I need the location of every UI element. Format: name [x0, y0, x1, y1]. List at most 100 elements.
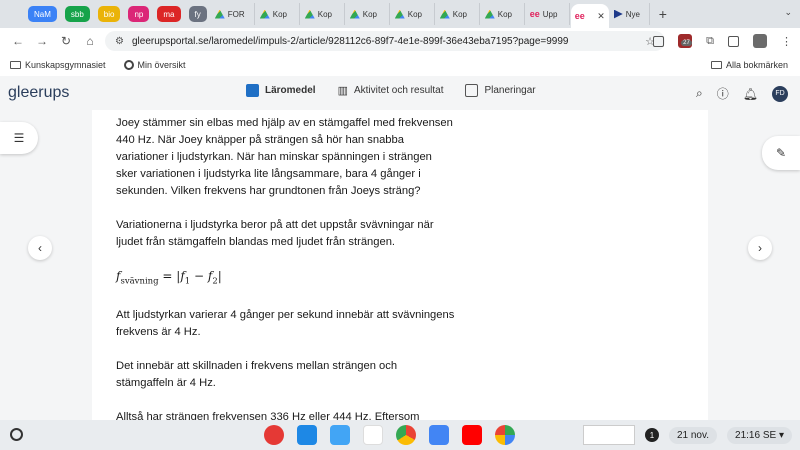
avatar[interactable]: FD	[772, 85, 788, 102]
ee-icon: ee	[574, 11, 585, 21]
puzzle-icon[interactable]: ⧉	[706, 35, 714, 48]
extension-icon[interactable]: 27	[678, 34, 693, 48]
tools-button[interactable]: ✎	[762, 136, 800, 170]
new-tab-button[interactable]: +	[659, 6, 667, 22]
wifi-icon: ▾	[778, 429, 784, 441]
play-store-icon[interactable]	[495, 425, 515, 445]
reload-button[interactable]: ↻	[54, 34, 78, 48]
tab-drive-5[interactable]: Kop	[391, 3, 435, 25]
youtube-icon[interactable]	[462, 425, 482, 445]
system-tray: 1 21 nov. 21:16 SE ▾	[582, 425, 792, 445]
paragraph: Variationerna i ljudstyrka beror på att …	[116, 219, 434, 248]
back-button[interactable]: ←	[6, 34, 30, 48]
screenshot-icon[interactable]	[653, 35, 665, 47]
drive-icon	[259, 9, 270, 19]
date[interactable]: 21 nov.	[668, 426, 718, 444]
ee-icon: ee	[529, 9, 540, 19]
tab-drive-1[interactable]: FOR	[211, 3, 255, 25]
notification-count[interactable]: 1	[644, 428, 659, 442]
bookmark-label: Kunskapsgymnasiet	[25, 60, 106, 70]
gmail-icon[interactable]	[363, 425, 383, 445]
tab-drive-2[interactable]: Kop	[256, 3, 300, 25]
docs-icon[interactable]	[429, 425, 449, 445]
screenshot-thumbnail[interactable]	[582, 425, 635, 445]
home-button[interactable]: ⌂	[78, 34, 102, 48]
pencil-icon: ✎	[775, 146, 787, 160]
profile-avatar[interactable]	[753, 34, 767, 48]
tab-nye[interactable]: Nye	[610, 3, 650, 25]
tab-label: Kop	[362, 9, 377, 19]
bookmark-kunskapsgymnasiet[interactable]: Kunskapsgymnasiet	[10, 60, 106, 70]
forward-button[interactable]: →	[30, 34, 54, 48]
next-page-button[interactable]: ›	[748, 236, 772, 260]
paragraph: Alltså har strängen frekvensen 336 Hz el…	[116, 411, 420, 420]
tab-fy[interactable]: fy	[188, 6, 207, 22]
site-info-icon[interactable]: ⚙	[115, 36, 124, 47]
drive-icon	[394, 9, 405, 19]
tab-drive-3[interactable]: Kop	[301, 3, 345, 25]
launcher-button[interactable]	[10, 428, 23, 441]
close-icon[interactable]: ✕	[597, 11, 605, 22]
bookmark-min-oversikt[interactable]: Min översikt	[123, 60, 186, 70]
browser-toolbar: ← → ↻ ⌂ ⚙ gleerupsportal.se/laromedel/im…	[0, 28, 800, 54]
nav-laromedel[interactable]: Läromedel	[246, 84, 316, 97]
tab-bio[interactable]: bio	[97, 6, 121, 22]
tab-np[interactable]: np	[128, 6, 150, 22]
paragraph: Joey stämmer sin elbas med hjälp av en s…	[116, 117, 453, 197]
tab-label: Kop	[407, 9, 422, 19]
target-icon	[123, 60, 134, 70]
nav-label: Aktivitet och resultat	[353, 85, 444, 96]
menu-icon[interactable]: ⋮	[781, 35, 792, 48]
tab-label: Kop	[317, 9, 332, 19]
chrome-icon[interactable]	[396, 425, 416, 445]
drive-icon	[484, 9, 495, 19]
drive-icon	[304, 9, 315, 19]
tab-active[interactable]: ee ✕	[570, 4, 609, 28]
app-icon[interactable]	[264, 425, 284, 445]
prev-page-button[interactable]: ‹	[28, 236, 52, 260]
tab-label: FOR	[227, 9, 245, 19]
tab-drive-6[interactable]: Kop	[436, 3, 480, 25]
tab-label: Upp	[542, 9, 558, 19]
clock-status[interactable]: 21:16 SE ▾	[727, 426, 792, 444]
app-icon[interactable]	[297, 425, 317, 445]
book-icon	[246, 84, 259, 97]
main-nav: Läromedel ▥ Aktivitet och resultat Planer…	[246, 84, 536, 97]
url-text: gleerupsportal.se/laromedel/impuls-2/art…	[131, 35, 569, 47]
gleerups-logo[interactable]: gleerups	[8, 84, 69, 102]
time: 21:16	[735, 429, 761, 441]
nav-aktivitet[interactable]: ▥ Aktivitet och resultat	[338, 84, 444, 97]
app-header: gleerups Läromedel ▥ Aktivitet och result…	[0, 76, 800, 110]
tab-strip: NaM sbb bio np ma fy FOR Kop Kop Kop Kop…	[0, 0, 800, 28]
tab-label: Kop	[497, 9, 512, 19]
nav-planeringar[interactable]: Planeringar	[465, 84, 536, 97]
tab-upp[interactable]: ee Upp	[526, 3, 570, 25]
paragraph: Det innebär att skillnaden i frekvens me…	[116, 360, 398, 390]
tab-nam[interactable]: NaM	[28, 6, 57, 22]
all-bookmarks[interactable]: Alla bokmärken	[710, 60, 788, 70]
article-page: Joey stämmer sin elbas med hjälp av en s…	[92, 110, 708, 420]
nav-label: Läromedel	[265, 85, 316, 96]
tab-drive-7[interactable]: Kop	[481, 3, 525, 25]
help-icon[interactable]: ⓘ	[717, 85, 729, 102]
os-shelf: 1 21 nov. 21:16 SE ▾	[0, 420, 800, 450]
toc-button[interactable]: ☰	[0, 122, 38, 154]
files-icon[interactable]	[330, 425, 350, 445]
tab-label: Nye	[625, 9, 640, 19]
drive-icon	[439, 9, 450, 19]
chevron-left-icon: ‹	[38, 241, 42, 255]
nav-label: Planeringar	[484, 85, 536, 96]
address-bar[interactable]: ⚙ gleerupsportal.se/laromedel/impuls-2/a…	[105, 31, 665, 51]
bell-icon[interactable]: 🔔︎	[743, 87, 758, 101]
folder-icon	[710, 61, 722, 69]
all-bookmarks-label: Alla bokmärken	[725, 60, 788, 70]
list-icon: ☰	[13, 131, 25, 145]
sidepanel-icon[interactable]	[728, 35, 739, 47]
locale: SE	[762, 429, 777, 441]
chevron-right-icon: ›	[758, 241, 762, 255]
tab-drive-4[interactable]: Kop	[346, 3, 390, 25]
chevron-down-icon[interactable]: ⌄	[784, 7, 792, 18]
search-icon[interactable]: ⌕	[696, 86, 703, 101]
tab-sbb[interactable]: sbb	[64, 6, 90, 22]
tab-ma[interactable]: ma	[157, 6, 181, 22]
